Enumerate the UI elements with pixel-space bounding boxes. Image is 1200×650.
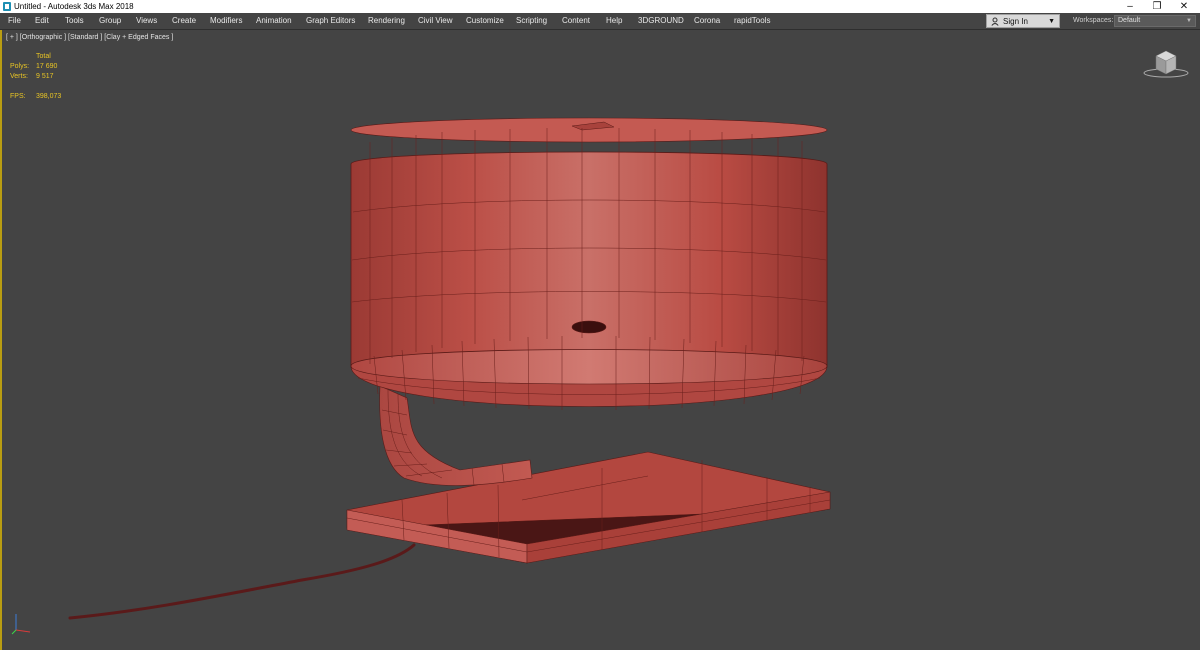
menu-group[interactable]: Group: [99, 13, 121, 29]
menu-scripting[interactable]: Scripting: [516, 13, 547, 29]
viewcube-icon[interactable]: [1142, 46, 1190, 80]
stats-fps-value: 398,073: [36, 93, 62, 100]
menu-rendering[interactable]: Rendering: [368, 13, 405, 29]
sign-in-label: Sign In: [1003, 17, 1028, 26]
stats-fps-label: FPS:: [10, 93, 26, 100]
title-bar: Untitled - Autodesk 3ds Max 2018 – ❐ ✕: [0, 0, 1200, 13]
window-title: Untitled - Autodesk 3ds Max 2018: [14, 2, 134, 11]
lamp-shade-top-rim: [350, 117, 828, 143]
menu-civil-view[interactable]: Civil View: [418, 13, 453, 29]
stats-header: Total: [36, 53, 51, 60]
3ds-max-app-icon: [3, 2, 11, 11]
lamp-cable: [68, 543, 416, 620]
sign-in-dropdown[interactable]: Sign In ▼: [986, 14, 1060, 28]
menu-help[interactable]: Help: [606, 13, 622, 29]
menu-corona[interactable]: Corona: [694, 13, 720, 29]
menu-graph-editors[interactable]: Graph Editors: [306, 13, 355, 29]
chevron-down-icon: ▼: [1048, 18, 1055, 25]
menu-3dground[interactable]: 3DGROUND: [638, 13, 684, 29]
close-icon[interactable]: ✕: [1170, 0, 1198, 13]
menu-customize[interactable]: Customize: [466, 13, 504, 29]
viewport-perspective[interactable]: [ + ] [Orthographic ] [Standard ] [Clay …: [0, 30, 1200, 650]
lamp-socket: [571, 320, 607, 334]
menu-rapidtools[interactable]: rapidTools: [734, 13, 770, 29]
menu-content[interactable]: Content: [562, 13, 590, 29]
menu-tools[interactable]: Tools: [65, 13, 84, 29]
stats-polys-label: Polys:: [10, 63, 30, 70]
menu-edit[interactable]: Edit: [35, 13, 49, 29]
viewport-label[interactable]: [ + ] [Orthographic ] [Standard ] [Clay …: [6, 34, 173, 41]
menu-create[interactable]: Create: [172, 13, 196, 29]
menu-file[interactable]: File: [8, 13, 21, 29]
minimize-icon[interactable]: –: [1116, 0, 1144, 13]
menu-views[interactable]: Views: [136, 13, 157, 29]
stats-verts-label: Verts:: [10, 73, 28, 80]
workspaces-select[interactable]: Default ▼: [1114, 15, 1196, 27]
menu-animation[interactable]: Animation: [256, 13, 292, 29]
axis-tripod-icon: [11, 614, 31, 635]
stats-verts-value: 9 517: [36, 73, 54, 80]
lamp-shade-outer: [350, 151, 828, 367]
workspaces-value: Default: [1118, 17, 1141, 24]
stats-polys-value: 17 690: [36, 63, 58, 70]
user-icon: [991, 17, 999, 26]
scene-lamp-model[interactable]: [2, 30, 1200, 650]
restore-icon[interactable]: ❐: [1143, 0, 1171, 13]
chevron-down-icon: ▼: [1186, 18, 1192, 24]
menu-modifiers[interactable]: Modifiers: [210, 13, 242, 29]
workspaces-label: Workspaces:: [1073, 17, 1114, 24]
